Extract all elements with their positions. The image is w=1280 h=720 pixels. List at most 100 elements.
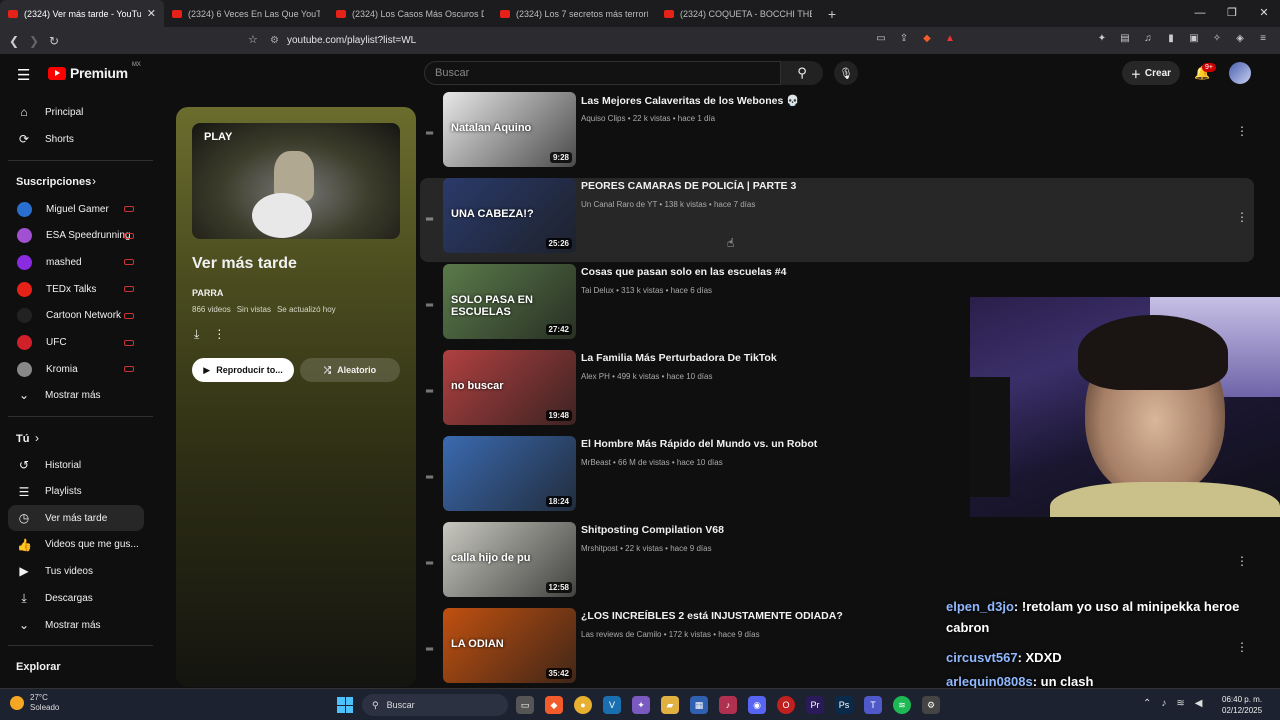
show-more-you[interactable]: ⌄ Mostrar más [8,612,144,638]
sidebar-item-home[interactable]: ⌂ Principal [8,99,144,125]
drag-handle-icon[interactable]: ═ [426,472,433,483]
premiere-icon[interactable]: Pr [806,696,824,714]
video-channel[interactable]: Aquiso Clips [581,114,625,123]
spotify-icon[interactable]: ≋ [893,696,911,714]
voice-search-button[interactable]: 🎙 [834,61,858,85]
video-title[interactable]: Shitposting Compilation V68 [581,524,724,536]
create-button[interactable]: ＋ Crear [1122,61,1180,85]
more-options-icon[interactable]: ⋮ [1236,210,1248,224]
weather-widget[interactable]: 27°C Soleado [10,693,59,713]
restore-icon[interactable]: ❐ [1216,0,1248,27]
playlist-owner[interactable]: PARRA [192,288,223,298]
hamburger-menu-icon[interactable]: ☰ [17,66,30,84]
show-more-subscriptions[interactable]: ⌄ Mostrar más [8,382,144,408]
youtube-premium-logo[interactable]: Premium MX [48,62,141,81]
file-explorer-icon[interactable]: ▰ [661,696,679,714]
media-icon[interactable]: ♪ [719,696,737,714]
play-all-button[interactable]: ▶ Reproducir to... [192,358,294,382]
sidebar-item-you[interactable]: ⤓ Descargas [8,585,144,611]
drag-handle-icon[interactable]: ═ [426,558,433,569]
chrome-icon[interactable]: ● [574,696,592,714]
sidebar-item-you[interactable]: ↺ Historial [8,452,144,478]
photoshop-icon[interactable]: Ps [835,696,853,714]
subscriptions-heading[interactable]: Suscripciones [16,176,91,188]
more-options-icon[interactable]: ⋮ [1236,124,1248,138]
video-title[interactable]: Las Mejores Calaveritas de los Webones 💀 [581,94,799,107]
sidebar-icon[interactable]: ▮ [1164,31,1178,45]
music-icon[interactable]: ♫ [1141,31,1155,45]
video-channel[interactable]: Mrshitpost [581,544,618,553]
more-options-icon[interactable]: ⋮ [1236,554,1248,568]
wifi-icon[interactable]: ≋ [1176,698,1184,709]
mic-tray-icon[interactable]: ♪ [1161,698,1166,709]
video-thumbnail[interactable]: SOLO PASA EN ESCUELAS 27:42 [443,264,576,339]
video-thumbnail[interactable]: 18:24 [443,436,576,511]
share-icon[interactable]: ⇪ [897,31,911,45]
video-channel[interactable]: Alex PH [581,372,610,381]
video-title[interactable]: El Hombre Más Rápido del Mundo vs. un Ro… [581,438,817,450]
ai-icon[interactable]: ✧ [1210,31,1224,45]
video-row[interactable]: ═ Natalan Aquino 9:28 Las Mejores Calaverit… [420,92,1254,176]
video-row[interactable]: ═ UNA CABEZA!? 25:26 PEORES CAMARAS DE POLI… [420,178,1254,262]
drag-handle-icon[interactable]: ═ [426,128,433,139]
windows-start-icon[interactable] [337,697,353,713]
video-channel[interactable]: Las reviews de Camilo [581,630,661,639]
task-view-icon[interactable]: ▭ [516,696,534,714]
video-title[interactable]: Cosas que pasan solo en las escuelas #4 [581,266,786,278]
volume-icon[interactable]: ◀ [1195,698,1203,709]
browser-menu-icon[interactable]: ≡ [1256,31,1270,45]
settings-icon[interactable]: ⚙ [922,696,940,714]
tray-chevron-icon[interactable]: ⌃ [1143,698,1151,709]
system-clock[interactable]: 06:40 p. m. 02/12/2025 [1222,694,1262,716]
copilot-icon[interactable]: ✦ [632,696,650,714]
screen-icon[interactable]: ▭ [874,31,888,45]
playlist-thumbnail[interactable]: PLAY [192,123,400,239]
browser-tab[interactable]: (2324) 6 Veces En Las Que YouTuber [164,0,328,27]
close-window-icon[interactable]: ✕ [1248,0,1280,27]
video-channel[interactable]: Un Canal Raro de YT [581,200,657,209]
browser-tab[interactable]: (2324) Los Casos Más Oscuros De Fo [328,0,492,27]
tab-search-icon[interactable]: ▤ [1118,31,1132,45]
forward-icon[interactable]: ❯ [24,34,44,48]
video-thumbnail[interactable]: calla hijo de pu 12:58 [443,522,576,597]
shuffle-button[interactable]: ⤮ Aleatorio [300,358,400,382]
new-tab-icon[interactable]: + [820,0,844,27]
video-thumbnail[interactable]: Natalan Aquino 9:28 [443,92,576,167]
video-title[interactable]: ¿LOS INCREÍBLES 2 está INJUSTAMENTE ODIA… [581,610,843,622]
sidebar-item-shorts[interactable]: ⟳ Shorts [8,126,144,152]
download-icon[interactable]: ⤓ [194,327,199,342]
teams-icon[interactable]: T [864,696,882,714]
store-icon[interactable]: ▦ [690,696,708,714]
avatar[interactable] [1229,62,1251,84]
brave-icon[interactable]: ◆ [545,696,563,714]
vscode-icon[interactable]: V [603,696,621,714]
vpn-icon[interactable]: ◈ [1233,31,1247,45]
taskbar-search[interactable]: ⚲ Buscar [362,694,508,716]
extensions-icon[interactable]: ✦ [1095,31,1109,45]
sidebar-item-you[interactable]: ☰ Playlists [8,479,144,505]
drag-handle-icon[interactable]: ═ [426,300,433,311]
browser-tab[interactable]: (2324) COQUETA - BOCCHI THE ROC [656,0,820,27]
video-thumbnail[interactable]: LA ODIAN 35:42 [443,608,576,683]
wallet-icon[interactable]: ▣ [1187,31,1201,45]
close-tab-icon[interactable]: ✕ [147,7,156,20]
rewards-icon[interactable]: ▲ [943,31,957,45]
minimize-icon[interactable]: — [1184,0,1216,27]
discord-icon[interactable]: ◉ [748,696,766,714]
browser-tab[interactable]: (2324) Los 7 secretos más terrorífico [492,0,656,27]
search-input[interactable]: Buscar [424,61,781,85]
you-heading[interactable]: Tú [16,433,29,445]
video-channel[interactable]: MrBeast [581,458,611,467]
video-row[interactable]: ═ calla hijo de pu 12:58 Shitposting Compil… [420,522,1254,606]
bookmark-icon[interactable]: ☆ [248,33,258,46]
drag-handle-icon[interactable]: ═ [426,644,433,655]
site-info-icon[interactable]: ⚙ [270,35,279,46]
video-channel[interactable]: Tai Delux [581,286,614,295]
url-field[interactable]: ⚙ youtube.com/playlist?list=WL [270,31,900,50]
brave-shield-icon[interactable]: ◆ [920,31,934,45]
video-title[interactable]: PEORES CAMARAS DE POLICÍA | PARTE 3 [581,180,796,192]
sidebar-item-you[interactable]: ◷ Ver más tarde [8,505,144,532]
video-title[interactable]: La Familia Más Perturbadora De TikTok [581,352,777,364]
opera-icon[interactable]: O [777,696,795,714]
drag-handle-icon[interactable]: ═ [426,214,433,225]
